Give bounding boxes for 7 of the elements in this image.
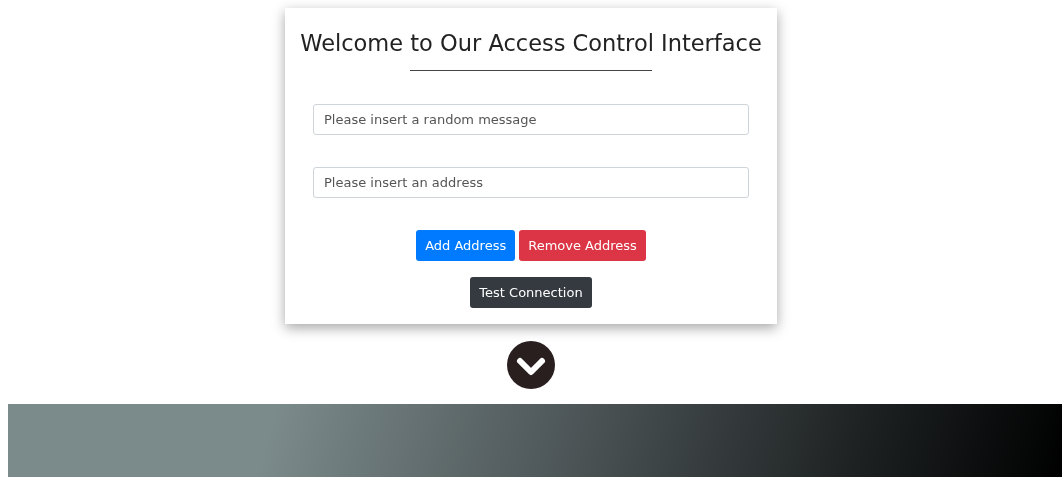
chevron-down-icon[interactable] [507, 341, 555, 389]
input-field[interactable]: Please insert an address [313, 167, 749, 198]
action-button[interactable]: Add Address [416, 230, 516, 261]
page-title: Welcome to Our Access Control Interface [300, 30, 762, 56]
input-field[interactable]: Please insert a random message [313, 104, 749, 135]
action-button[interactable]: Test Connection [470, 277, 592, 308]
action-button[interactable]: Remove Address [519, 230, 646, 261]
